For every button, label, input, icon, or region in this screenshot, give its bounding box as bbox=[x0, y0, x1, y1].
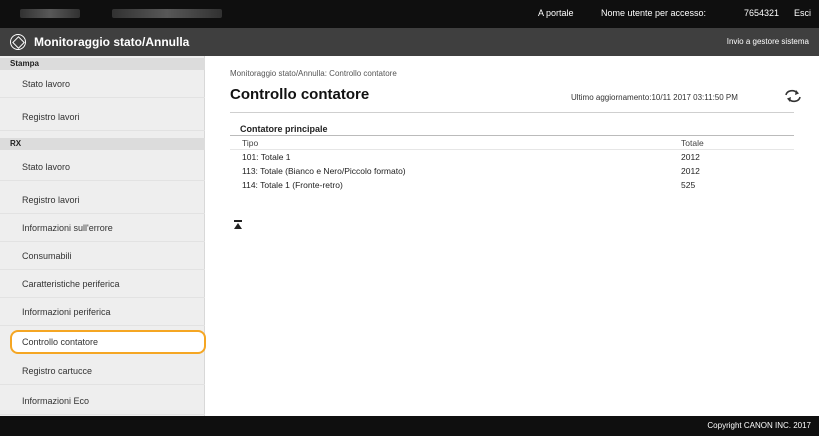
top-bar: A portale Nome utente per accesso: 76543… bbox=[0, 0, 819, 28]
table-title: Contatore principale bbox=[230, 122, 794, 136]
breadcrumb: Monitoraggio stato/Annulla: Controllo co… bbox=[230, 69, 397, 78]
redacted-text bbox=[112, 9, 222, 18]
sidebar-section-stampa: Stampa bbox=[0, 58, 205, 70]
status-monitor-icon bbox=[10, 34, 26, 50]
footer: Copyright CANON INC. 2017 bbox=[0, 416, 819, 436]
column-header-tipo: Tipo bbox=[242, 138, 259, 148]
back-to-top-icon[interactable] bbox=[233, 220, 243, 230]
sidebar-item-informazioni-errore[interactable]: Informazioni sull'errore bbox=[0, 214, 205, 242]
header-bar: Monitoraggio stato/Annulla Invio a gesto… bbox=[0, 28, 819, 56]
sidebar-item-consumabili[interactable]: Consumabili bbox=[0, 242, 205, 270]
sidebar-item-caratteristiche-periferica[interactable]: Caratteristiche periferica bbox=[0, 270, 205, 298]
refresh-icon[interactable] bbox=[784, 89, 802, 103]
column-header-totale: Totale bbox=[681, 138, 704, 148]
counter-total: 2012 bbox=[681, 152, 700, 162]
page-header-title: Monitoraggio stato/Annulla bbox=[34, 35, 190, 49]
sidebar: Stampa Stato lavoro Registro lavori RX S… bbox=[0, 56, 206, 416]
sidebar-section-rx: RX bbox=[0, 138, 205, 150]
table-row: 101: Totale 1 2012 bbox=[230, 150, 794, 164]
logout-link[interactable]: Esci bbox=[794, 8, 811, 18]
table-row: 113: Totale (Bianco e Nero/Piccolo forma… bbox=[230, 164, 794, 178]
counter-total: 525 bbox=[681, 180, 696, 190]
table-row: 114: Totale 1 (Fronte-retro) 525 bbox=[230, 178, 794, 192]
redacted-text bbox=[20, 9, 80, 18]
user-label: Nome utente per accesso: bbox=[601, 8, 707, 18]
sidebar-item-rx-stato-lavoro[interactable]: Stato lavoro bbox=[0, 153, 205, 181]
table-header-row: Tipo Totale bbox=[230, 136, 794, 150]
counter-type: 113: Totale (Bianco e Nero/Piccolo forma… bbox=[242, 166, 406, 176]
counter-type: 101: Totale 1 bbox=[242, 152, 291, 162]
counter-table: Contatore principale Tipo Totale 101: To… bbox=[230, 122, 794, 192]
sidebar-item-controllo-contatore[interactable]: Controllo contatore bbox=[10, 330, 206, 354]
sidebar-item-rx-registro-lavori[interactable]: Registro lavori bbox=[0, 186, 205, 214]
user-id: 7654321 bbox=[744, 8, 780, 18]
copyright-text: Copyright CANON INC. 2017 bbox=[707, 421, 811, 430]
counter-total: 2012 bbox=[681, 166, 700, 176]
sidebar-item-informazioni-eco[interactable]: Informazioni Eco bbox=[0, 387, 205, 415]
sidebar-item-informazioni-periferica[interactable]: Informazioni periferica bbox=[0, 298, 205, 326]
counter-type: 114: Totale 1 (Fronte-retro) bbox=[242, 180, 343, 190]
portal-link[interactable]: A portale bbox=[538, 8, 574, 18]
main-content: Monitoraggio stato/Annulla: Controllo co… bbox=[206, 56, 819, 416]
divider bbox=[230, 112, 794, 113]
page-title: Controllo contatore bbox=[230, 86, 370, 103]
sidebar-item-registro-cartucce[interactable]: Registro cartucce bbox=[0, 357, 205, 385]
sidebar-item-stampa-registro-lavori[interactable]: Registro lavori bbox=[0, 103, 205, 131]
send-to-manager-link[interactable]: Invio a gestore sistema bbox=[727, 37, 809, 46]
sidebar-item-stampa-stato-lavoro[interactable]: Stato lavoro bbox=[0, 70, 205, 98]
last-updated: Ultimo aggiornamento:10/11 2017 03:11:50… bbox=[571, 93, 738, 102]
